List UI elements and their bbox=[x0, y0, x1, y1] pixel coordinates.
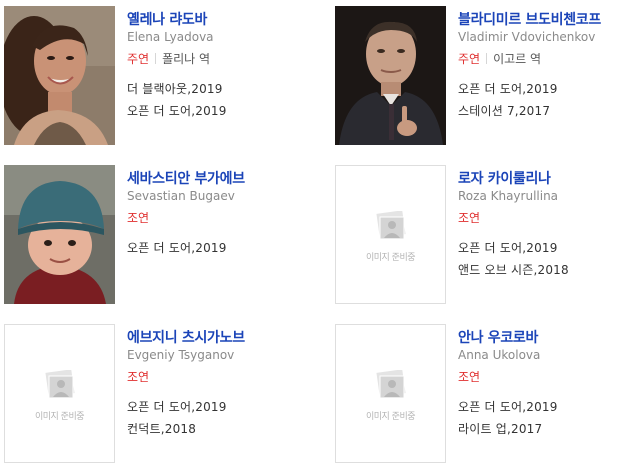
cast-card: 옐레나 랴도바 Elena Lyadova 주연 폴리나 역 더 블랙아웃,201… bbox=[4, 6, 304, 148]
role-badge: 조연 bbox=[127, 370, 150, 384]
filmography-list: 오픈 더 도어,2019 bbox=[127, 240, 227, 262]
actor-name-korean[interactable]: 세바스티안 부가에브 bbox=[127, 168, 245, 188]
filmography-item[interactable]: 앤드 오브 시즌,2018 bbox=[458, 262, 569, 284]
actor-name-english: Sevastian Bugaev bbox=[127, 189, 235, 203]
placeholder-label: 이미지 준비중 bbox=[365, 412, 416, 422]
cast-card: 블라디미르 브도비첸코프 Vladimir Vdovichenkov 주연 이고르… bbox=[335, 6, 622, 148]
role-line: 조연 bbox=[127, 368, 149, 385]
placeholder-label: 이미지 준비중 bbox=[34, 412, 85, 422]
filmography-item[interactable]: 오픈 더 도어,2019 bbox=[458, 240, 569, 262]
actor-portrait bbox=[335, 6, 446, 145]
actor-photo[interactable] bbox=[335, 6, 446, 145]
photo-placeholder[interactable]: 이미지 준비중 bbox=[4, 324, 115, 463]
filmography-item[interactable]: 더 블랙아웃,2019 bbox=[127, 81, 227, 103]
filmography-item[interactable]: 오픈 더 도어,2019 bbox=[458, 399, 558, 421]
cast-card: 이미지 준비중 안나 우코로바 Anna Ukolova 조연 오픈 더 도어,… bbox=[335, 324, 622, 466]
cast-grid: 옐레나 랴도바 Elena Lyadova 주연 폴리나 역 더 블랙아웃,201… bbox=[0, 0, 622, 467]
actor-name-english: Vladimir Vdovichenkov bbox=[458, 30, 596, 44]
placeholder-label: 이미지 준비중 bbox=[365, 253, 416, 263]
filmography-item[interactable]: 컨덕트,2018 bbox=[127, 421, 227, 443]
role-line: 주연 폴리나 역 bbox=[127, 50, 210, 67]
photo-placeholder-icon bbox=[376, 211, 406, 240]
photo-placeholder[interactable]: 이미지 준비중 bbox=[335, 324, 446, 463]
role-badge: 조연 bbox=[127, 211, 150, 225]
filmography-item[interactable]: 라이트 업,2017 bbox=[458, 421, 558, 443]
photo-placeholder-icon bbox=[45, 370, 75, 399]
actor-name-korean[interactable]: 블라디미르 브도비첸코프 bbox=[458, 9, 601, 29]
filmography-item[interactable]: 오픈 더 도어,2019 bbox=[127, 240, 227, 262]
divider bbox=[486, 53, 488, 64]
filmography-item[interactable]: 오픈 더 도어,2019 bbox=[458, 81, 558, 103]
role-badge: 조연 bbox=[458, 370, 481, 384]
filmography-list: 오픈 더 도어,2019 스테이션 7,2017 bbox=[458, 81, 558, 125]
cast-card: 이미지 준비중 에브지니 츠시가노브 Evgeniy Tsyganov 조연 오… bbox=[4, 324, 304, 466]
filmography-list: 오픈 더 도어,2019 라이트 업,2017 bbox=[458, 399, 558, 443]
photo-placeholder-icon bbox=[376, 370, 406, 399]
actor-name-korean[interactable]: 옐레나 랴도바 bbox=[127, 9, 207, 29]
actor-name-english: Elena Lyadova bbox=[127, 30, 214, 44]
child-actor-portrait bbox=[4, 165, 115, 304]
filmography-item[interactable]: 스테이션 7,2017 bbox=[458, 103, 558, 125]
cast-card: 세바스티안 부가에브 Sevastian Bugaev 조연 오픈 더 도어,2… bbox=[4, 165, 304, 307]
character-name: 폴리나 역 bbox=[162, 52, 211, 66]
actor-name-english: Anna Ukolova bbox=[458, 348, 541, 362]
photo-placeholder[interactable]: 이미지 준비중 bbox=[335, 165, 446, 304]
character-name: 이고르 역 bbox=[493, 52, 542, 66]
actor-name-english: Evgeniy Tsyganov bbox=[127, 348, 235, 362]
filmography-list: 오픈 더 도어,2019 컨덕트,2018 bbox=[127, 399, 227, 443]
filmography-list: 더 블랙아웃,2019 오픈 더 도어,2019 bbox=[127, 81, 227, 125]
filmography-list: 오픈 더 도어,2019 앤드 오브 시즌,2018 bbox=[458, 240, 569, 284]
filmography-item[interactable]: 오픈 더 도어,2019 bbox=[127, 103, 227, 125]
role-line: 주연 이고르 역 bbox=[458, 50, 541, 67]
role-line: 조연 bbox=[458, 368, 480, 385]
actor-name-korean[interactable]: 에브지니 츠시가노브 bbox=[127, 327, 245, 347]
actor-name-english: Roza Khayrullina bbox=[458, 189, 559, 203]
cast-card: 이미지 준비중 로자 카이룰리나 Roza Khayrullina 조연 오픈 … bbox=[335, 165, 622, 307]
actor-name-korean[interactable]: 안나 우코로바 bbox=[458, 327, 538, 347]
filmography-item[interactable]: 오픈 더 도어,2019 bbox=[127, 399, 227, 421]
role-line: 조연 bbox=[458, 209, 480, 226]
actor-photo[interactable] bbox=[4, 165, 115, 304]
role-line: 조연 bbox=[127, 209, 149, 226]
role-badge: 조연 bbox=[458, 211, 481, 225]
actor-photo[interactable] bbox=[4, 6, 115, 145]
role-badge: 주연 bbox=[458, 52, 481, 66]
divider bbox=[155, 53, 157, 64]
actor-name-korean[interactable]: 로자 카이룰리나 bbox=[458, 168, 551, 188]
actress-portrait bbox=[4, 6, 115, 145]
role-badge: 주연 bbox=[127, 52, 150, 66]
